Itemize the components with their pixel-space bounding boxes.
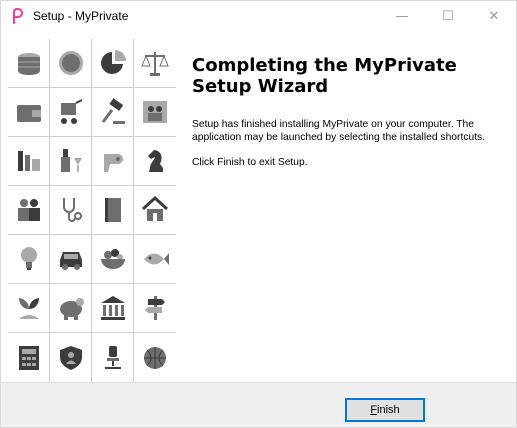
grid-cell: [8, 88, 50, 137]
piggy-bank-icon: [59, 298, 84, 320]
grid-cell: [134, 333, 176, 382]
finish-label: inish: [377, 404, 400, 416]
scales-icon: [141, 52, 169, 76]
grid-cell: [134, 235, 176, 284]
grid-cell: [50, 137, 92, 186]
finish-button[interactable]: Finish: [345, 398, 425, 422]
button-bar: [1, 382, 516, 427]
shield-person-icon: [59, 345, 82, 370]
title-bar: Setup - MyPrivate — ☐ ✕: [1, 1, 516, 31]
office-chair-icon: [104, 345, 121, 369]
light-bulb-icon: [20, 247, 37, 270]
grid-cell: [134, 137, 176, 186]
coins-icon: [17, 53, 40, 75]
grid-cell: [8, 333, 50, 382]
house-icon: [141, 195, 169, 221]
grid-cell: [50, 284, 92, 333]
grid-cell: [134, 186, 176, 235]
setup-window: Setup - MyPrivate — ☐ ✕ Completing the M…: [0, 0, 517, 428]
grid-cell: [134, 88, 176, 137]
grid-cell: [50, 235, 92, 284]
grid-cell: [92, 88, 134, 137]
grid-cell: [92, 235, 134, 284]
grid-cell: [92, 333, 134, 382]
parents-icon: [17, 199, 40, 221]
grid-cell: [134, 284, 176, 333]
app-logo-icon: [12, 8, 24, 24]
stroller-icon: [60, 99, 82, 124]
grid-cell: [92, 186, 134, 235]
side-image-grid: [8, 39, 177, 382]
car-icon: [59, 252, 82, 270]
close-button[interactable]: ✕: [471, 1, 517, 31]
coin-icon: [58, 51, 83, 75]
grid-cell: [8, 186, 50, 235]
finish-message: Setup has finished installing MyPrivate …: [192, 119, 486, 143]
grid-cell: [50, 39, 92, 88]
fish-icon: [144, 253, 169, 265]
gavel-icon: [101, 98, 125, 124]
finish-mnemonic: F: [370, 404, 378, 416]
family-picture-icon: [143, 101, 167, 123]
grid-cell: [8, 235, 50, 284]
wizard-heading: Completing the MyPrivate Setup Wizard: [192, 55, 457, 97]
notebook-icon: [104, 198, 121, 222]
grid-cell: [92, 39, 134, 88]
bank-icon: [100, 296, 125, 320]
window-title: Setup - MyPrivate: [33, 9, 129, 23]
grid-cell: [134, 39, 176, 88]
signpost-icon: [145, 296, 165, 320]
wizard-body: Setup has finished installing MyPrivate …: [192, 119, 512, 183]
grid-cell: [8, 137, 50, 186]
grid-cell: [92, 284, 134, 333]
pie-chart-icon: [100, 50, 126, 74]
exit-instruction: Click Finish to exit Setup.: [192, 157, 308, 168]
plant-icon: [18, 298, 39, 319]
grid-cell: [92, 137, 134, 186]
wine-icon: [60, 149, 82, 172]
grid-cell: [50, 333, 92, 382]
minimize-button[interactable]: —: [379, 1, 425, 31]
basketball-icon: [144, 346, 166, 369]
grid-cell: [50, 186, 92, 235]
calculator-icon: [18, 345, 39, 370]
maximize-button[interactable]: ☐: [425, 1, 471, 31]
stethoscope-icon: [62, 198, 82, 222]
grid-cell: [8, 284, 50, 333]
grid-cell: [8, 39, 50, 88]
grid-cell: [50, 88, 92, 137]
food-bowl-icon: [100, 249, 125, 269]
wallet-icon: [16, 105, 41, 122]
chess-knight-icon: [148, 150, 163, 172]
factory-icon: [17, 151, 40, 171]
hair-dryer-icon: [103, 154, 123, 172]
